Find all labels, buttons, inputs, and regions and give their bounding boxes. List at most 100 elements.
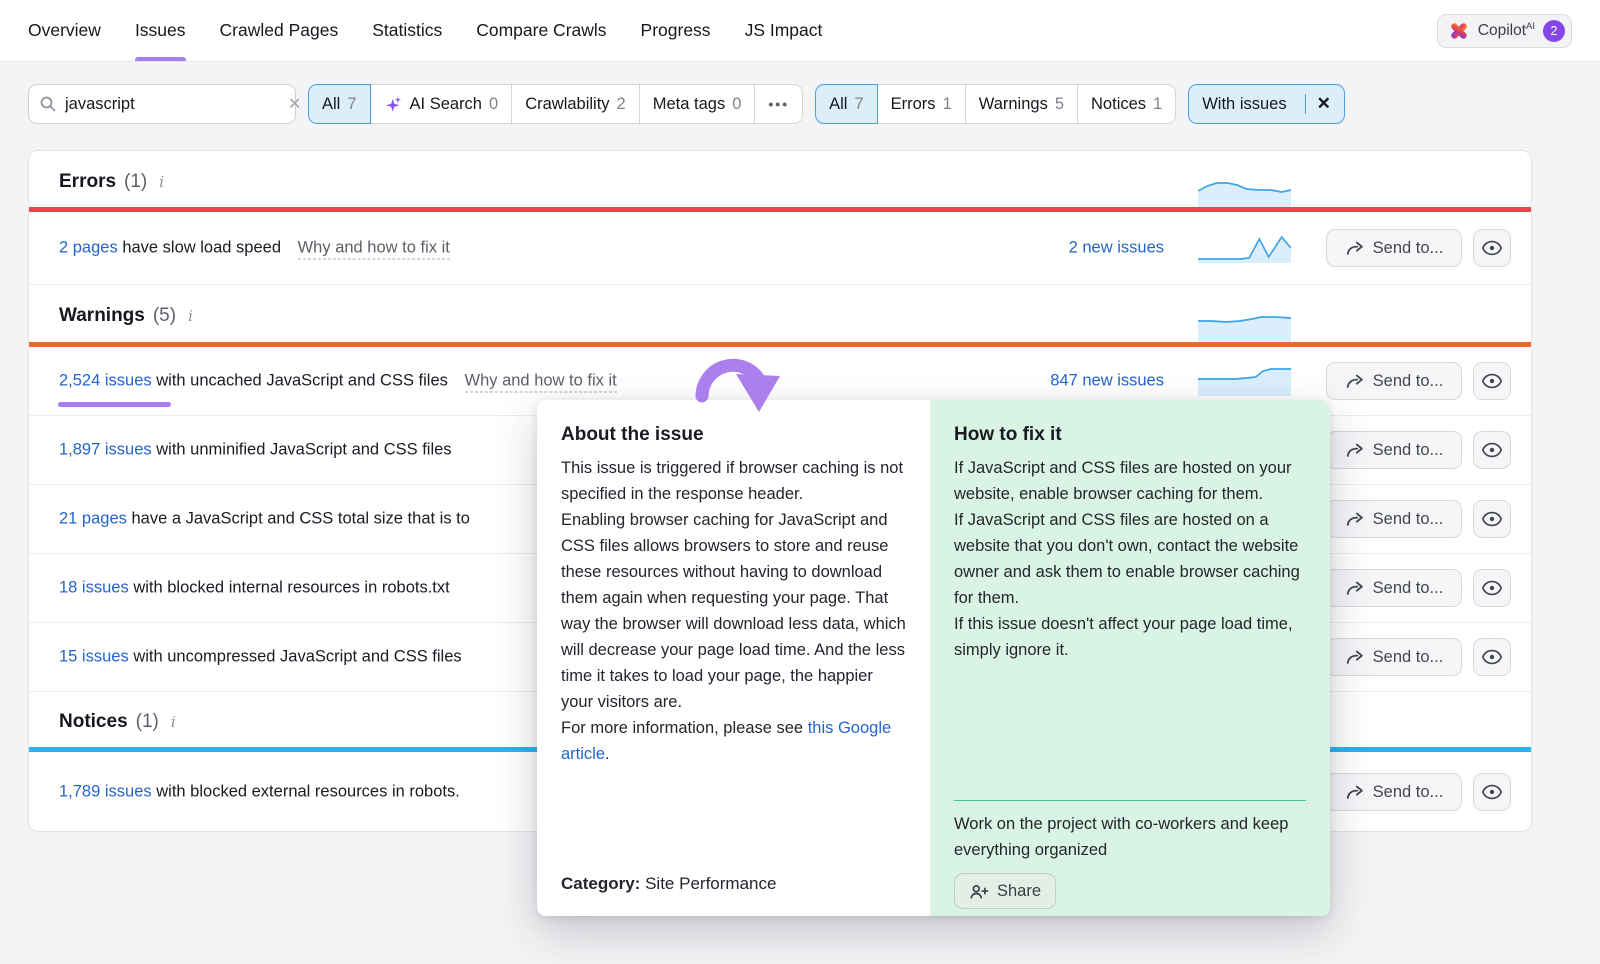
hide-issue-eye-button[interactable] <box>1473 500 1511 538</box>
filter-notices[interactable]: Notices1 <box>1077 84 1176 124</box>
remove-with-issues-filter-icon[interactable]: ✕ <box>1305 94 1331 114</box>
filter-all-categories[interactable]: All7 <box>308 84 371 124</box>
search-input[interactable] <box>65 95 285 114</box>
issue-count-link[interactable]: 15 issues <box>59 648 129 666</box>
issue-description: 18 issues with blocked internal resource… <box>59 579 450 598</box>
issue-count-link[interactable]: 18 issues <box>59 579 129 597</box>
eye-icon <box>1481 510 1503 528</box>
search-icon <box>39 95 57 113</box>
tab-issues[interactable]: Issues <box>135 0 186 61</box>
how-to-fix-title: How to fix it <box>954 424 1306 446</box>
top-navigation-bar: Overview Issues Crawled Pages Statistics… <box>0 0 1600 62</box>
issue-pages-link[interactable]: 2 pages <box>59 239 118 257</box>
how-to-fix-text: If JavaScript and CSS files are hosted o… <box>954 455 1306 663</box>
issue-pages-link[interactable]: 21 pages <box>59 510 127 528</box>
tab-js-impact[interactable]: JS Impact <box>745 0 823 61</box>
warnings-section-title: Warnings <box>59 305 145 327</box>
issue-count-link[interactable]: 2,524 issues <box>59 372 152 390</box>
send-to-button[interactable]: Send to... <box>1326 229 1462 267</box>
warnings-section-count: (5) <box>153 305 176 327</box>
tab-bar: Overview Issues Crawled Pages Statistics… <box>28 0 822 61</box>
filter-warnings[interactable]: Warnings5 <box>965 84 1078 124</box>
highlight-underline <box>58 402 171 407</box>
copilot-label: CopilotAI <box>1478 21 1535 40</box>
share-button[interactable]: Share <box>954 873 1056 909</box>
errors-section-title: Errors <box>59 171 116 193</box>
send-to-button[interactable]: Send to... <box>1326 431 1462 469</box>
issue-description: 1,897 issues with unminified JavaScript … <box>59 441 452 460</box>
hide-issue-eye-button[interactable] <box>1473 362 1511 400</box>
copilot-count-badge: 2 <box>1543 20 1565 42</box>
tab-compare-crawls[interactable]: Compare Crawls <box>476 0 606 61</box>
info-icon[interactable]: i <box>167 713 180 731</box>
issue-description: 1,789 issues with blocked external resou… <box>59 783 460 802</box>
notices-section-title: Notices <box>59 711 128 733</box>
with-issues-chip[interactable]: With issues ✕ <box>1188 84 1345 124</box>
info-icon[interactable]: i <box>155 173 168 191</box>
send-to-button[interactable]: Send to... <box>1326 638 1462 676</box>
tab-crawled-pages[interactable]: Crawled Pages <box>220 0 339 61</box>
issue-description: 21 pages have a JavaScript and CSS total… <box>59 510 470 529</box>
info-icon[interactable]: i <box>184 307 197 325</box>
category-filter-group: All7 AI Search0 Crawlability2 Meta tags0… <box>308 84 803 124</box>
errors-section-count: (1) <box>124 171 147 193</box>
filter-errors[interactable]: Errors1 <box>877 84 966 124</box>
forward-arrow-icon <box>1345 239 1365 257</box>
hide-issue-eye-button[interactable] <box>1473 431 1511 469</box>
warnings-trend-sparkline <box>1198 312 1291 342</box>
about-title: About the issue <box>561 424 906 446</box>
errors-trend-sparkline <box>1198 177 1291 207</box>
divider <box>954 800 1306 801</box>
filter-meta-tags[interactable]: Meta tags0 <box>639 84 756 124</box>
hide-issue-eye-button[interactable] <box>1473 229 1511 267</box>
issue-row-slow-load-speed: 2 pages have slow load speed Why and how… <box>29 212 1531 285</box>
more-filters-button[interactable]: ••• <box>754 84 803 124</box>
add-user-icon <box>969 883 989 900</box>
eye-icon <box>1481 239 1503 257</box>
new-issues-link[interactable]: 2 new issues <box>1069 239 1164 258</box>
eye-icon <box>1481 441 1503 459</box>
new-issues-link[interactable]: 847 new issues <box>1050 372 1164 391</box>
issue-search-field[interactable]: ✕ <box>28 84 296 124</box>
tab-progress[interactable]: Progress <box>641 0 711 61</box>
filter-crawlability[interactable]: Crawlability2 <box>511 84 640 124</box>
forward-arrow-icon <box>1345 441 1365 459</box>
clear-search-icon[interactable]: ✕ <box>285 94 304 114</box>
with-issues-filter: With issues ✕ <box>1188 84 1345 124</box>
forward-arrow-icon <box>1345 783 1365 801</box>
about-text: This issue is triggered if browser cachi… <box>561 455 906 767</box>
send-to-button[interactable]: Send to... <box>1326 569 1462 607</box>
forward-arrow-icon <box>1345 510 1365 528</box>
send-to-button[interactable]: Send to... <box>1326 773 1462 811</box>
site-audit-issues-page: Overview Issues Crawled Pages Statistics… <box>0 0 1600 964</box>
forward-arrow-icon <box>1345 372 1365 390</box>
why-and-how-to-fix-link[interactable]: Why and how to fix it <box>298 239 450 260</box>
ellipsis-icon: ••• <box>768 96 789 112</box>
forward-arrow-icon <box>1345 579 1365 597</box>
sparkles-icon <box>384 95 403 114</box>
issue-description: 2,524 issues with uncached JavaScript an… <box>59 372 617 391</box>
send-to-button[interactable]: Send to... <box>1326 500 1462 538</box>
filter-ai-search[interactable]: AI Search0 <box>370 84 513 124</box>
hide-issue-eye-button[interactable] <box>1473 569 1511 607</box>
section-header-warnings: Warnings (5) i <box>29 285 1531 347</box>
eye-icon <box>1481 579 1503 597</box>
eye-icon <box>1481 372 1503 390</box>
why-and-how-to-fix-link[interactable]: Why and how to fix it <box>465 372 617 393</box>
issue-trend-sparkline <box>1198 233 1291 263</box>
hide-issue-eye-button[interactable] <box>1473 638 1511 676</box>
send-to-button[interactable]: Send to... <box>1326 362 1462 400</box>
issue-details-popup: About the issue This issue is triggered … <box>537 400 1330 916</box>
tab-statistics[interactable]: Statistics <box>372 0 442 61</box>
section-header-errors: Errors (1) i <box>29 151 1531 212</box>
eye-icon <box>1481 648 1503 666</box>
hide-issue-eye-button[interactable] <box>1473 773 1511 811</box>
filter-all-severities[interactable]: All7 <box>815 84 878 124</box>
issue-count-link[interactable]: 1,897 issues <box>59 441 152 459</box>
issue-count-link[interactable]: 1,789 issues <box>59 783 152 801</box>
forward-arrow-icon <box>1345 648 1365 666</box>
copilot-button[interactable]: CopilotAI 2 <box>1437 14 1572 48</box>
share-promo-text: Work on the project with co-workers and … <box>954 811 1306 863</box>
share-promo-block: Work on the project with co-workers and … <box>954 800 1306 909</box>
tab-overview[interactable]: Overview <box>28 0 101 61</box>
